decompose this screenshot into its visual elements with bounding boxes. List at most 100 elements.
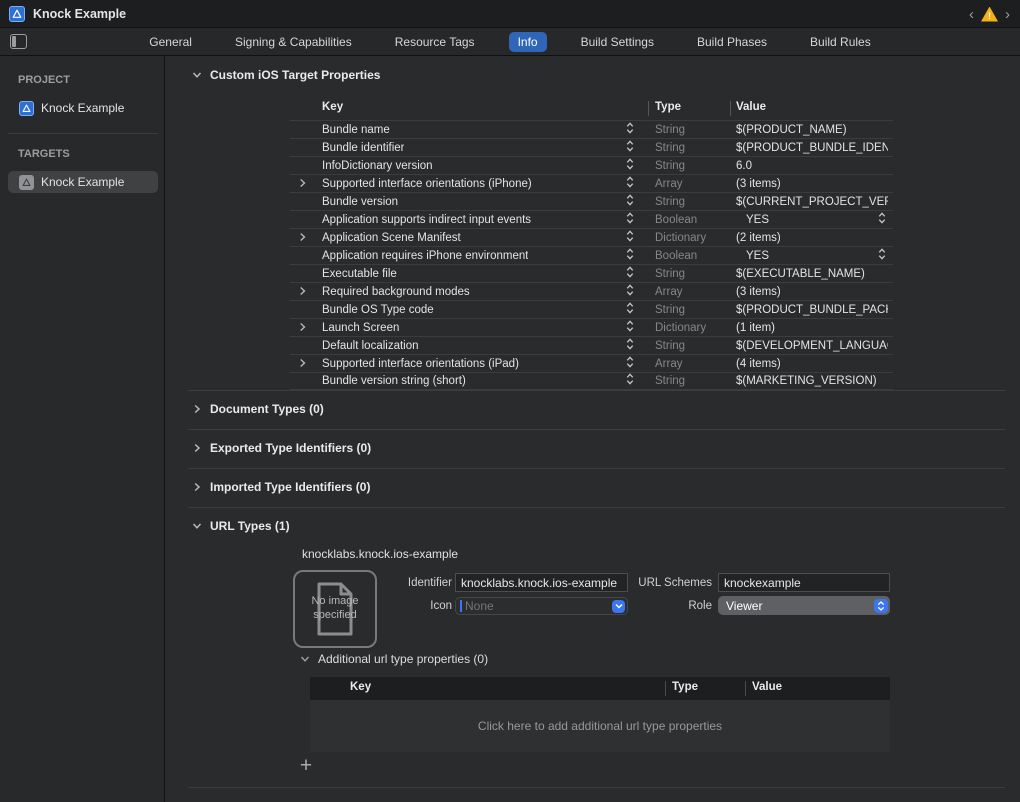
property-value[interactable]: YES bbox=[746, 250, 769, 262]
icon-combobox[interactable]: None bbox=[455, 597, 628, 615]
section-url-types[interactable]: URL Types (1) bbox=[192, 519, 290, 533]
property-key: Application Scene Manifest bbox=[322, 232, 461, 244]
property-row[interactable]: Supported interface orientations (iPad)A… bbox=[290, 354, 893, 372]
tab-build-settings[interactable]: Build Settings bbox=[572, 32, 663, 52]
property-key: Executable file bbox=[322, 268, 397, 280]
sidebar-item-target[interactable]: Knock Example bbox=[8, 171, 158, 193]
key-stepper-icon[interactable] bbox=[626, 319, 634, 337]
tab-resource-tags[interactable]: Resource Tags bbox=[386, 32, 484, 52]
property-value[interactable]: $(MARKETING_VERSION) bbox=[736, 375, 877, 387]
key-stepper-icon[interactable] bbox=[626, 372, 634, 390]
chevron-down-icon[interactable] bbox=[192, 521, 202, 531]
url-type-item-name: knocklabs.knock.ios-example bbox=[302, 547, 458, 561]
property-row[interactable]: Launch ScreenDictionary(1 item) bbox=[290, 318, 893, 336]
chevron-right-icon[interactable] bbox=[192, 443, 202, 453]
chevron-down-icon[interactable] bbox=[192, 70, 202, 80]
disclosure-chevron-icon[interactable] bbox=[298, 319, 307, 337]
property-row[interactable]: InfoDictionary versionString6.0 bbox=[290, 156, 893, 174]
column-header-key: Key bbox=[322, 101, 343, 113]
section-imported-type-identifiers[interactable]: Imported Type Identifiers (0) bbox=[192, 480, 370, 494]
additional-properties-header[interactable]: Additional url type properties (0) bbox=[300, 652, 488, 666]
property-key: Supported interface orientations (iPad) bbox=[322, 358, 519, 370]
url-type-image-well[interactable]: No image specified bbox=[293, 570, 377, 648]
identifier-field[interactable]: knocklabs.knock.ios-example bbox=[455, 573, 628, 592]
key-stepper-icon[interactable] bbox=[626, 265, 634, 283]
property-value[interactable]: YES bbox=[746, 214, 769, 226]
property-row[interactable]: Bundle version string (short)String$(MAR… bbox=[290, 372, 893, 390]
tab-general[interactable]: General bbox=[140, 32, 201, 52]
chevron-down-icon[interactable] bbox=[300, 654, 310, 664]
key-stepper-icon[interactable] bbox=[626, 355, 634, 373]
property-row[interactable]: Required background modesArray(3 items) bbox=[290, 282, 893, 300]
value-stepper-icon[interactable] bbox=[878, 211, 886, 229]
tab-signing-capabilities[interactable]: Signing & Capabilities bbox=[226, 32, 361, 52]
property-row[interactable]: Application supports indirect input even… bbox=[290, 210, 893, 228]
add-property-row[interactable]: Click here to add additional url type pr… bbox=[310, 700, 890, 752]
key-stepper-icon[interactable] bbox=[626, 301, 634, 319]
property-value[interactable]: (4 items) bbox=[736, 358, 781, 370]
tab-build-rules[interactable]: Build Rules bbox=[801, 32, 880, 52]
property-value[interactable]: (3 items) bbox=[736, 286, 781, 298]
role-popup-button[interactable]: Viewer bbox=[718, 596, 890, 615]
combobox-dropdown-icon[interactable] bbox=[612, 600, 625, 613]
property-key: Required background modes bbox=[322, 286, 470, 298]
property-row[interactable]: Bundle OS Type codeString$(PRODUCT_BUNDL… bbox=[290, 300, 893, 318]
forward-chevron-icon[interactable]: › bbox=[1005, 7, 1010, 22]
property-row[interactable]: Application requires iPhone environmentB… bbox=[290, 246, 893, 264]
property-value[interactable]: (1 item) bbox=[736, 322, 775, 334]
sidebar-item-label: Knock Example bbox=[41, 175, 124, 189]
url-schemes-field[interactable]: knockexample bbox=[718, 573, 890, 592]
key-stepper-icon[interactable] bbox=[626, 337, 634, 355]
back-chevron-icon[interactable]: ‹ bbox=[969, 7, 974, 22]
property-value[interactable]: (3 items) bbox=[736, 178, 781, 190]
key-stepper-icon[interactable] bbox=[626, 229, 634, 247]
value-stepper-icon[interactable] bbox=[878, 247, 886, 265]
property-value[interactable]: $(CURRENT_PROJECT_VERS bbox=[736, 196, 888, 208]
property-row[interactable]: Default localizationString$(DEVELOPMENT_… bbox=[290, 336, 893, 354]
key-stepper-icon[interactable] bbox=[626, 175, 634, 193]
key-stepper-icon[interactable] bbox=[626, 139, 634, 157]
disclosure-chevron-icon[interactable] bbox=[298, 283, 307, 301]
property-value[interactable]: $(PRODUCT_NAME) bbox=[736, 124, 847, 136]
tab-info[interactable]: Info bbox=[509, 32, 547, 52]
disclosure-chevron-icon[interactable] bbox=[298, 229, 307, 247]
property-row[interactable]: Application Scene ManifestDictionary(2 i… bbox=[290, 228, 893, 246]
key-stepper-icon[interactable] bbox=[626, 247, 634, 265]
key-stepper-icon[interactable] bbox=[626, 283, 634, 301]
chevron-right-icon[interactable] bbox=[192, 482, 202, 492]
icon-label: Icon bbox=[366, 600, 452, 612]
property-value[interactable]: 6.0 bbox=[736, 160, 752, 172]
property-value[interactable]: (2 items) bbox=[736, 232, 781, 244]
sidebar-item-project[interactable]: Knock Example bbox=[8, 97, 158, 119]
tab-build-phases[interactable]: Build Phases bbox=[688, 32, 776, 52]
key-stepper-icon[interactable] bbox=[626, 211, 634, 229]
project-icon bbox=[19, 101, 34, 116]
warning-icon[interactable]: ! bbox=[981, 7, 998, 22]
property-value[interactable]: $(PRODUCT_BUNDLE_PACKA bbox=[736, 304, 888, 316]
section-exported-type-identifiers[interactable]: Exported Type Identifiers (0) bbox=[192, 441, 371, 455]
property-type: Dictionary bbox=[655, 322, 706, 334]
section-title: Custom iOS Target Properties bbox=[210, 68, 380, 82]
section-custom-properties[interactable]: Custom iOS Target Properties bbox=[192, 68, 380, 82]
chevron-right-icon[interactable] bbox=[192, 404, 202, 414]
property-row[interactable]: Executable fileString$(EXECUTABLE_NAME) bbox=[290, 264, 893, 282]
disclosure-chevron-icon[interactable] bbox=[298, 355, 307, 373]
key-stepper-icon[interactable] bbox=[626, 157, 634, 175]
additional-table-header: Key Type Value bbox=[310, 677, 890, 700]
property-row[interactable]: Supported interface orientations (iPhone… bbox=[290, 174, 893, 192]
target-icon bbox=[19, 175, 34, 190]
disclosure-chevron-icon[interactable] bbox=[298, 175, 307, 193]
property-value[interactable]: $(EXECUTABLE_NAME) bbox=[736, 268, 865, 280]
property-value[interactable]: $(PRODUCT_BUNDLE_IDENT bbox=[736, 142, 888, 154]
property-value[interactable]: $(DEVELOPMENT_LANGUAGI bbox=[736, 340, 888, 352]
property-row[interactable]: Bundle nameString$(PRODUCT_NAME) bbox=[290, 120, 893, 138]
property-row[interactable]: Bundle identifierString$(PRODUCT_BUNDLE_… bbox=[290, 138, 893, 156]
key-stepper-icon[interactable] bbox=[626, 121, 634, 139]
section-document-types[interactable]: Document Types (0) bbox=[192, 402, 324, 416]
key-stepper-icon[interactable] bbox=[626, 193, 634, 211]
property-key: Application supports indirect input even… bbox=[322, 214, 531, 226]
property-type: String bbox=[655, 196, 685, 208]
add-url-type-button[interactable]: + bbox=[297, 758, 315, 776]
url-schemes-label: URL Schemes bbox=[626, 577, 712, 589]
property-row[interactable]: Bundle versionString$(CURRENT_PROJECT_VE… bbox=[290, 192, 893, 210]
